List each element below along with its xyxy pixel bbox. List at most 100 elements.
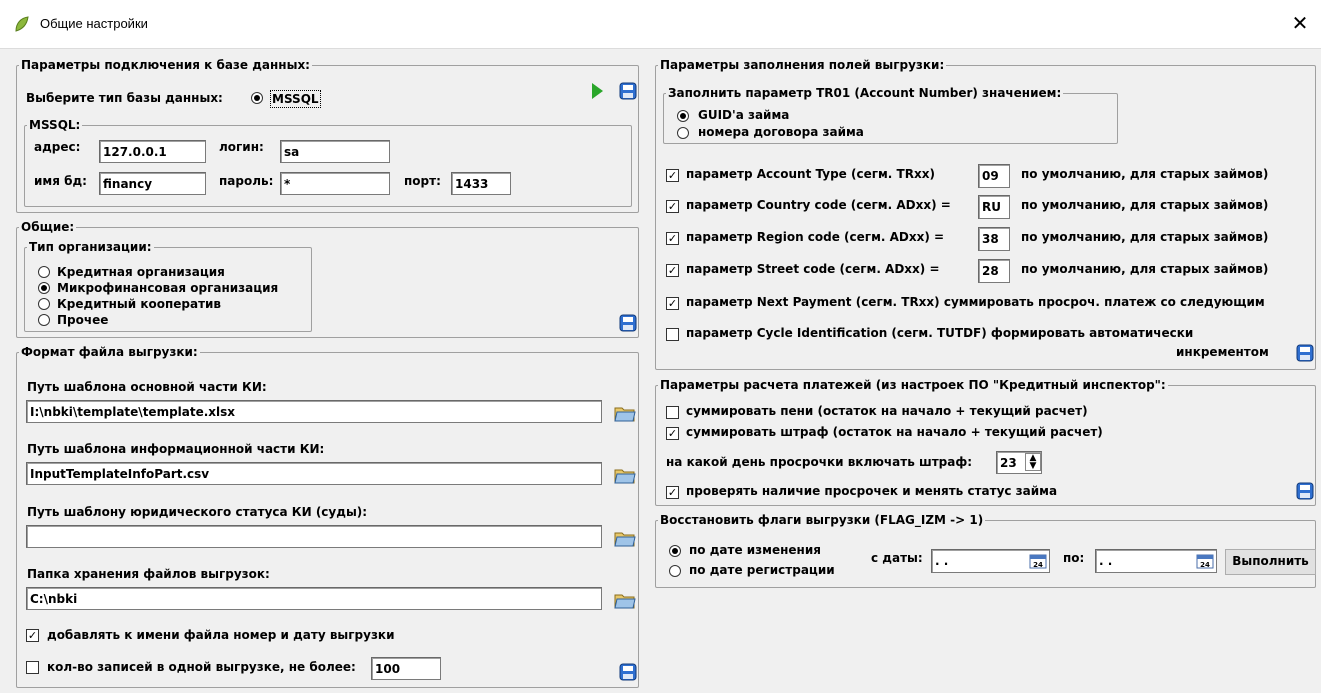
org-type-radio-1[interactable] — [38, 266, 50, 278]
region-code-input[interactable]: 38 — [978, 227, 1010, 251]
tr01-contract-label[interactable]: номера договора займа — [698, 124, 864, 140]
legal-template-folder-icon[interactable] — [614, 528, 636, 548]
street-code-input[interactable]: 28 — [978, 259, 1010, 283]
db-type-mssql-radio[interactable] — [251, 92, 263, 104]
dbname-label: имя бд: — [34, 174, 87, 188]
to-calendar-icon[interactable]: 24 — [1196, 553, 1214, 569]
tr01-guid-radio[interactable] — [677, 110, 689, 122]
from-calendar-icon[interactable]: 24 — [1029, 553, 1047, 569]
tr01-legend: Заполнить параметр TR01 (Account Number)… — [668, 86, 1062, 100]
close-icon[interactable]: ✕ — [1289, 12, 1311, 34]
payments-save-icon[interactable] — [1296, 482, 1314, 500]
from-date-label: с даты: — [871, 551, 923, 565]
cycle-id-label-2: инкрементом — [1176, 345, 1269, 359]
execute-button[interactable]: Выполнить — [1225, 549, 1316, 575]
fill-params-legend: Параметры заполнения полей выгрузки: — [660, 58, 945, 72]
next-payment-label[interactable]: параметр Next Payment (сегм. TRxx) сумми… — [686, 294, 1265, 310]
limit-records-label[interactable]: кол-во записей в одной выгрузке, не боле… — [47, 659, 356, 675]
cycle-id-checkbox[interactable] — [666, 328, 679, 341]
fine-label[interactable]: суммировать штраф (остаток на начало + т… — [686, 424, 1103, 440]
address-input[interactable]: 127.0.0.1 — [99, 140, 206, 163]
export-folder-icon[interactable] — [614, 590, 636, 610]
street-code-label[interactable]: параметр Street code (сегм. ADxx) = — [686, 261, 940, 277]
restore-by-change-radio[interactable] — [669, 545, 681, 557]
org-type-radio-3[interactable] — [38, 298, 50, 310]
fine-day-label: на какой день просрочки включать штраф: — [666, 455, 973, 469]
legal-template-input[interactable] — [26, 525, 602, 548]
org-type-radio-2[interactable] — [38, 282, 50, 294]
db-type-mssql-label[interactable]: MSSQL — [270, 90, 321, 108]
address-label: адрес: — [34, 140, 81, 154]
folder-input[interactable]: C:\nbki — [26, 587, 602, 610]
to-date-label: по: — [1063, 551, 1085, 565]
fill-params-save-icon[interactable] — [1296, 344, 1314, 362]
db-save-icon[interactable] — [619, 82, 637, 100]
main-template-label: Путь шаблона основной части КИ: — [27, 380, 267, 394]
app-leaf-icon — [15, 16, 29, 32]
dbname-input[interactable]: financy — [99, 172, 206, 195]
info-template-label: Путь шаблона информационной части КИ: — [27, 442, 325, 456]
payments-legend: Параметры расчета платежей (из настроек … — [660, 378, 1166, 392]
login-label: логин: — [219, 140, 264, 154]
org-type-option-3[interactable]: Кредитный кооператив — [57, 296, 221, 312]
general-legend: Общие: — [21, 220, 75, 234]
next-payment-checkbox[interactable]: ✓ — [666, 297, 679, 310]
login-input[interactable]: sa — [280, 140, 390, 163]
folder-label: Папка хранения файлов выгрузок: — [27, 567, 270, 581]
overdue-checkbox[interactable]: ✓ — [666, 486, 679, 499]
port-input[interactable]: 1433 — [451, 172, 511, 195]
street-code-suffix: по умолчанию, для старых займов) — [1021, 262, 1269, 276]
window-title: Общие настройки — [40, 16, 148, 31]
fine-day-spinner[interactable]: ▲ ▼ — [1025, 453, 1041, 471]
export-format-legend: Формат файла выгрузки: — [21, 345, 198, 359]
org-type-option-2[interactable]: Микрофинансовая организация — [57, 280, 278, 296]
db-connection-legend: Параметры подключения к базе данных: — [21, 58, 310, 72]
overdue-label[interactable]: проверять наличие просрочек и менять ста… — [686, 483, 1057, 499]
main-template-input[interactable]: I:\nbki\template\template.xlsx — [26, 400, 602, 423]
password-input[interactable]: * — [280, 172, 390, 195]
penalty-label[interactable]: суммировать пени (остаток на начало + те… — [686, 403, 1088, 419]
export-save-icon[interactable] — [619, 663, 637, 681]
title-bar: Общие настройки ✕ — [0, 0, 1321, 49]
account-type-checkbox[interactable]: ✓ — [666, 169, 679, 182]
append-filename-label[interactable]: добавлять к имени файла номер и дату выг… — [47, 627, 394, 643]
legal-template-label: Путь шаблону юридического статуса КИ (су… — [27, 505, 368, 519]
password-label: пароль: — [219, 174, 274, 188]
org-type-option-4[interactable]: Прочее — [57, 312, 108, 328]
region-code-checkbox[interactable]: ✓ — [666, 232, 679, 245]
country-code-label[interactable]: параметр Country code (сегм. ADxx) = — [686, 197, 951, 213]
penalty-checkbox[interactable] — [666, 406, 679, 419]
cycle-id-label[interactable]: параметр Cycle Identification (сегм. TUT… — [686, 325, 1193, 341]
main-template-folder-icon[interactable] — [614, 403, 636, 423]
limit-records-input[interactable]: 100 — [371, 657, 441, 680]
account-type-suffix: по умолчанию, для старых займов) — [1021, 167, 1269, 181]
port-label: порт: — [404, 174, 441, 188]
street-code-checkbox[interactable]: ✓ — [666, 264, 679, 277]
region-code-label[interactable]: параметр Region code (сегм. ADxx) = — [686, 229, 944, 245]
tr01-guid-label[interactable]: GUID'а займа — [698, 107, 789, 123]
fine-checkbox[interactable]: ✓ — [666, 427, 679, 440]
db-type-label: Выберите тип базы данных: — [26, 91, 223, 105]
info-template-folder-icon[interactable] — [614, 465, 636, 485]
restore-by-reg-label[interactable]: по дате регистрации — [689, 562, 835, 578]
region-code-suffix: по умолчанию, для старых займов) — [1021, 230, 1269, 244]
org-type-radio-4[interactable] — [38, 314, 50, 326]
country-code-input[interactable]: RU — [978, 195, 1010, 219]
mssql-legend: MSSQL: — [29, 118, 81, 132]
account-type-input[interactable]: 09 — [978, 164, 1010, 188]
limit-records-checkbox[interactable] — [26, 661, 39, 674]
append-filename-checkbox[interactable]: ✓ — [26, 629, 39, 642]
org-type-legend: Тип организации: — [29, 240, 152, 254]
from-calendar-day: 24 — [1033, 561, 1043, 569]
general-save-icon[interactable] — [619, 314, 637, 332]
info-template-input[interactable]: InputTemplateInfoPart.csv — [26, 462, 602, 485]
restore-by-change-label[interactable]: по дате изменения — [689, 542, 821, 558]
country-code-checkbox[interactable]: ✓ — [666, 200, 679, 213]
tr01-contract-radio[interactable] — [677, 127, 689, 139]
restore-legend: Восстановить флаги выгрузки (FLAG_IZM ->… — [660, 513, 984, 527]
run-test-icon[interactable] — [592, 83, 603, 99]
org-type-option-1[interactable]: Кредитная организация — [57, 264, 225, 280]
account-type-label[interactable]: параметр Account Type (сегм. TRxx) — [686, 166, 935, 182]
restore-by-reg-radio[interactable] — [669, 565, 681, 577]
to-calendar-day: 24 — [1200, 561, 1210, 569]
